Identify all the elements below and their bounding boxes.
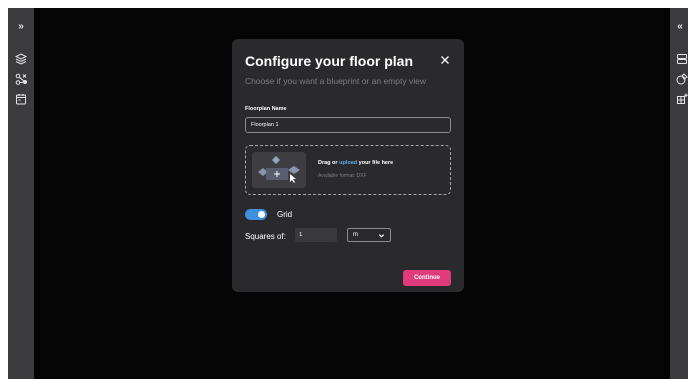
app-frame: » « Configure your floor plan Choose if … [8, 8, 688, 379]
layers-icon [15, 53, 27, 65]
calendar-icon [16, 94, 26, 105]
left-sidebar: » [8, 8, 34, 379]
calendar-button[interactable] [13, 91, 29, 107]
right-sidebar: « [670, 8, 688, 379]
nodes-icon [15, 73, 27, 85]
grid-toggle[interactable] [245, 209, 267, 220]
unit-value: m [353, 232, 358, 238]
shapes-icon [676, 73, 688, 85]
expand-sidebar-button[interactable]: » [13, 18, 29, 34]
dialog-title: Configure your floor plan [245, 53, 413, 69]
squares-size-input[interactable] [295, 228, 337, 242]
dropzone-suffix: your file here [357, 160, 394, 166]
file-dropzone[interactable]: Drag or upload your file here Available … [245, 145, 451, 195]
shapes-button[interactable] [674, 71, 688, 87]
floorplan-name-input[interactable] [245, 117, 451, 133]
upload-link[interactable]: upload [339, 160, 357, 166]
close-icon [441, 56, 449, 64]
add-grid-button[interactable] [674, 91, 688, 107]
double-chevron-right-icon: » [18, 20, 24, 32]
grid-add-icon [677, 93, 688, 104]
available-formats: Available format: DXF [318, 173, 367, 179]
continue-button[interactable]: Continue [403, 270, 451, 286]
upload-illustration [252, 152, 306, 188]
chevron-down-icon [378, 233, 385, 238]
connections-button[interactable] [13, 71, 29, 87]
dropzone-prefix: Drag or [318, 160, 340, 166]
squares-label: Squares of: [245, 232, 286, 241]
toggle-knob [258, 211, 265, 218]
close-button[interactable] [438, 53, 452, 67]
collapse-sidebar-button[interactable]: « [672, 18, 688, 34]
blueprint-upload-icon [258, 156, 300, 183]
unit-select[interactable]: m [347, 228, 391, 242]
dialog-subtitle: Choose if you want a blueprint or an emp… [245, 76, 426, 86]
floorplan-name-label: Floorplan Name [245, 106, 287, 112]
list-button[interactable] [674, 51, 688, 67]
grid-label: Grid [277, 210, 293, 219]
dropzone-instruction: Drag or upload your file here [318, 160, 393, 166]
layers-button[interactable] [13, 51, 29, 67]
list-icon [677, 54, 687, 64]
floor-plan-dialog: Configure your floor plan Choose if you … [232, 39, 464, 292]
double-chevron-left-icon: « [677, 20, 683, 32]
